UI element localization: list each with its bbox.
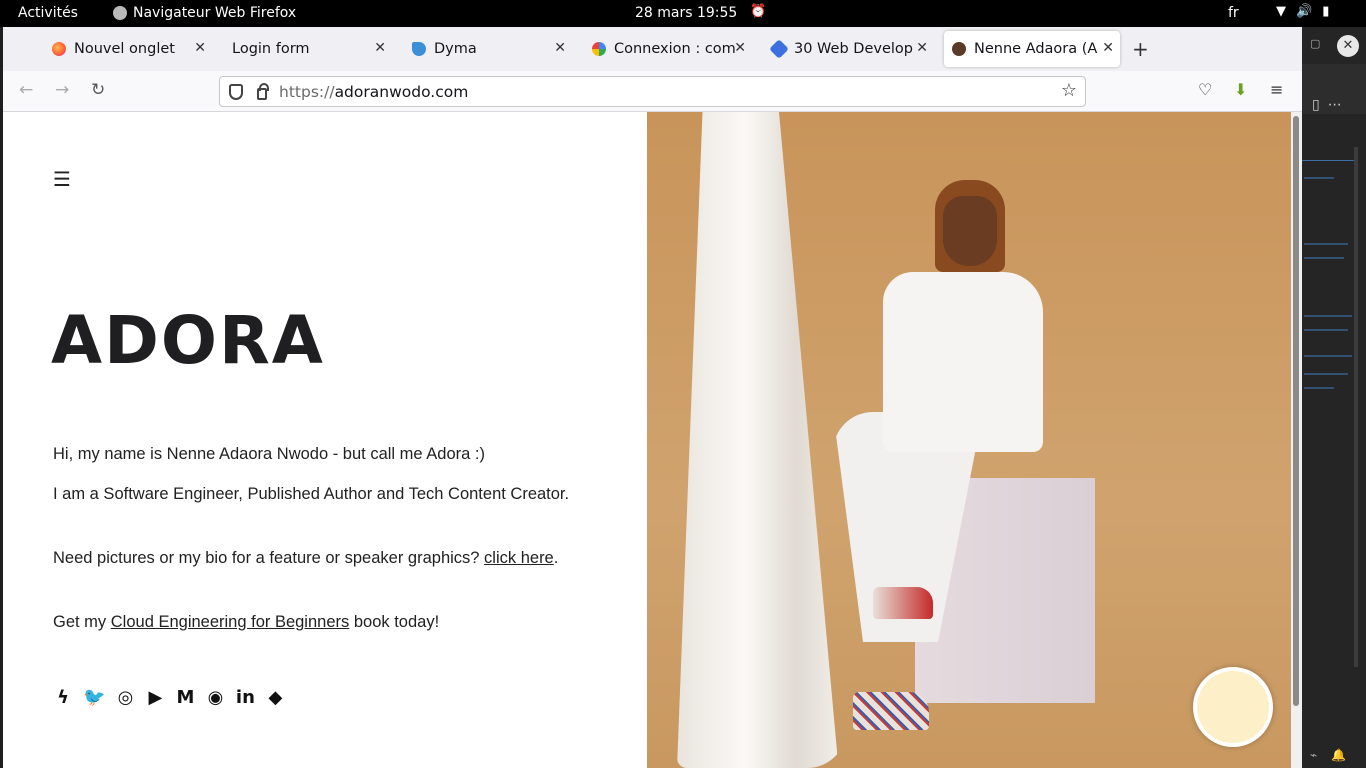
book-text: Get my Cloud Engineering for Beginners b…	[53, 610, 593, 634]
code-line	[1304, 243, 1348, 245]
tab-new-tab[interactable]: Nouvel onglet ✕	[52, 31, 212, 67]
close-tab-icon[interactable]: ✕	[194, 40, 206, 56]
book-prefix: Get my	[53, 613, 111, 631]
app-menu[interactable]: Navigateur Web Firefox	[113, 5, 296, 21]
tab-title: Nenne Adaora (A	[974, 41, 1098, 57]
photo-shoe	[873, 587, 933, 619]
tracking-protection-icon[interactable]	[229, 83, 243, 100]
pocket-icon[interactable]: ♡	[1198, 80, 1212, 99]
scrollbar-thumb[interactable]	[1293, 116, 1299, 706]
menu-icon[interactable]: ≡	[1270, 80, 1283, 99]
close-tab-icon[interactable]: ✕	[554, 40, 566, 56]
tab-google-login[interactable]: Connexion : com ✕	[592, 31, 752, 67]
tab-adora-active[interactable]: Nenne Adaora (A ✕	[944, 31, 1120, 67]
twitter-icon[interactable]: 🐦	[83, 687, 105, 708]
blue-diamond-icon	[769, 39, 789, 59]
tab-dyma[interactable]: Dyma ✕	[412, 31, 572, 67]
press-prefix: Need pictures or my bio for a feature or…	[53, 549, 485, 567]
intro-text: Hi, my name is Nenne Adaora Nwodo - but …	[53, 445, 485, 463]
hamburger-menu-icon[interactable]: ☰	[53, 167, 71, 191]
photo-person-jacket	[883, 272, 1043, 452]
youtube-icon[interactable]: ▶	[145, 687, 165, 708]
code-line	[1304, 315, 1352, 317]
activities-button[interactable]: Activités	[18, 5, 78, 21]
editor-tools[interactable]: ▯⋯	[1312, 97, 1350, 113]
tab-web-developer[interactable]: 30 Web Develop ✕	[769, 31, 934, 67]
firefox-window: Nouvel onglet ✕ Login form ✕ Dyma ✕ Conn…	[3, 27, 1302, 768]
restore-icon[interactable]: ▢	[1310, 37, 1320, 50]
system-top-bar: Activités Navigateur Web Firefox 28 mars…	[0, 0, 1366, 27]
code-line	[1304, 177, 1334, 179]
url-protocol: https://	[279, 82, 335, 101]
dev-icon[interactable]: ◆	[265, 687, 285, 708]
navigation-toolbar: ← → ↻ https:// adoranwodo.com ☆ ♡ ⬇ ≡	[3, 71, 1302, 112]
tab-strip: Nouvel onglet ✕ Login form ✕ Dyma ✕ Conn…	[3, 27, 1302, 71]
linkedin-icon[interactable]: in	[235, 687, 255, 708]
portrait-icon	[952, 42, 966, 56]
code-line	[1304, 387, 1334, 389]
bookmark-star-icon[interactable]: ☆	[1061, 80, 1077, 101]
page-scrollbar[interactable]	[1291, 112, 1302, 768]
tab-title: Dyma	[434, 41, 477, 57]
close-tab-icon[interactable]: ✕	[374, 40, 386, 56]
hashnode-icon[interactable]: ϟ	[53, 687, 73, 708]
url-host: adoranwodo.com	[334, 82, 469, 101]
book-link[interactable]: Cloud Engineering for Beginners	[111, 613, 350, 631]
background-editor-window: ▢ ✕ ▯⋯ ⌁🔔	[1302, 27, 1366, 768]
editor-minimap[interactable]	[1354, 147, 1358, 667]
chat-widget-button[interactable]	[1193, 667, 1273, 747]
social-links: ϟ 🐦 ◎ ▶ M ◉ in ◆	[53, 687, 285, 708]
code-line	[1304, 329, 1348, 331]
new-tab-button[interactable]: +	[1132, 37, 1149, 61]
site-brand-heading: ADORA	[51, 302, 325, 379]
forward-icon[interactable]: →	[55, 80, 69, 100]
web-page: ☰ ADORA Hi, my name is Nenne Adaora Nwod…	[3, 112, 1291, 768]
wifi-icon: ▼	[1276, 4, 1286, 19]
firefox-icon	[113, 6, 127, 20]
tab-title: Connexion : com	[614, 41, 736, 57]
github-icon[interactable]: ◉	[205, 687, 225, 708]
close-tab-icon[interactable]: ✕	[734, 40, 746, 56]
code-line	[1304, 355, 1352, 357]
editor-status-icons: ⌁🔔	[1310, 748, 1361, 762]
press-text: Need pictures or my bio for a feature or…	[53, 546, 593, 570]
editor-line	[1302, 160, 1356, 161]
back-icon[interactable]: ←	[19, 80, 33, 100]
alarm-icon: ⏰	[750, 4, 767, 19]
dyma-icon	[412, 42, 426, 56]
role-text: I am a Software Engineer, Published Auth…	[53, 485, 570, 503]
firefox-icon	[52, 42, 66, 56]
photo-shoe	[853, 692, 929, 730]
clock[interactable]: 28 mars 19:55	[635, 5, 737, 21]
url-bar[interactable]: https:// adoranwodo.com ☆	[219, 76, 1086, 107]
google-icon	[592, 42, 606, 56]
photo-person-face	[943, 196, 997, 266]
book-suffix: book today!	[349, 613, 440, 631]
medium-icon[interactable]: M	[175, 687, 195, 708]
reload-icon[interactable]: ↻	[91, 80, 105, 100]
tab-title: 30 Web Develop	[794, 41, 913, 57]
close-tab-icon[interactable]: ✕	[916, 40, 928, 56]
code-line	[1304, 373, 1348, 375]
press-kit-link[interactable]: click here	[484, 549, 554, 567]
profile-photo	[647, 112, 1291, 768]
extension-download-icon[interactable]: ⬇	[1234, 80, 1247, 99]
battery-icon: ▮	[1322, 4, 1330, 19]
instagram-icon[interactable]: ◎	[115, 687, 135, 708]
close-icon[interactable]: ✕	[1337, 35, 1359, 57]
lock-icon[interactable]	[257, 82, 269, 100]
language-indicator[interactable]: fr	[1228, 5, 1239, 21]
volume-icon: 🔊	[1296, 4, 1313, 19]
app-menu-label: Navigateur Web Firefox	[133, 5, 297, 21]
tab-title: Nouvel onglet	[74, 41, 175, 57]
press-suffix: .	[553, 549, 559, 567]
close-tab-icon[interactable]: ✕	[1102, 40, 1114, 56]
system-menu[interactable]: ▼ 🔊 ▮	[1276, 4, 1329, 19]
tab-title: Login form	[232, 41, 310, 57]
tab-login-form[interactable]: Login form ✕	[232, 31, 392, 67]
code-line	[1304, 257, 1344, 259]
